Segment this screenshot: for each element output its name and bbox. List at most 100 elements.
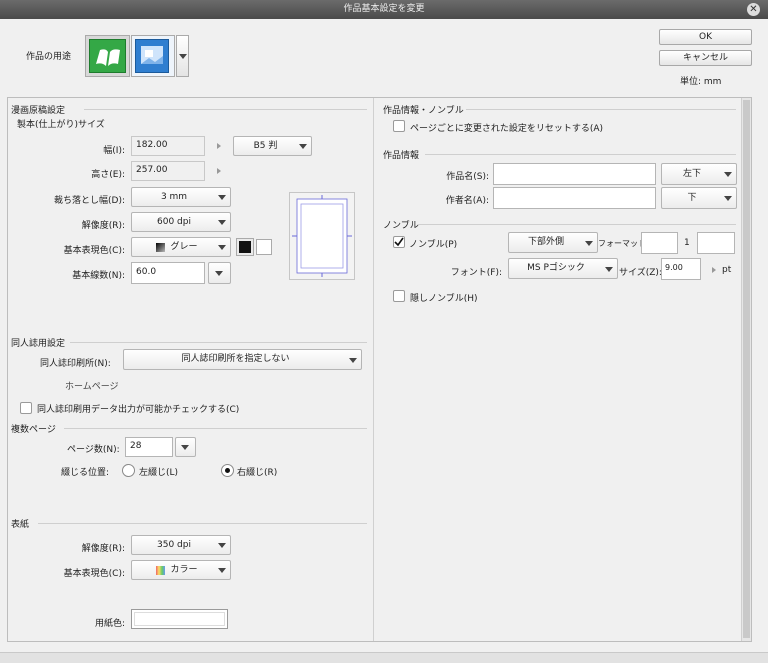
unit-label: 単位: mm [680,77,722,87]
cover-color-value: カラー [170,565,198,575]
chevron-down-icon [179,54,187,59]
nombre-heading: ノンブル [383,221,419,231]
cancel-button[interactable]: キャンセル [659,50,752,66]
pages-heading: 複数ページ [11,425,56,435]
work-title-position-value: 左下 [682,169,701,179]
column-divider [373,98,374,641]
format-suffix-field[interactable] [697,232,735,254]
size-slider-icon[interactable] [712,267,716,273]
check-output-label: 同人誌印刷用データ出力が可能かチェックする(C) [37,405,240,415]
chevron-down-icon [605,266,613,272]
reset-pages-checkbox[interactable] [393,120,405,132]
homepage-link[interactable]: ホームページ [65,379,119,392]
resolution-value: 600 dpi [157,217,191,227]
printer-dropdown[interactable]: 同人誌印刷所を指定しない [123,349,362,370]
right-binding-label: 右綴じ(R) [237,468,278,478]
author-position-dropdown[interactable]: 下 [661,187,737,209]
divider [418,224,736,225]
paper-color-swatch[interactable] [131,609,228,629]
chevron-down-icon [218,543,226,548]
height-label: 高さ(E): [91,170,125,180]
check-output-checkbox[interactable] [20,402,32,414]
black-color-swatch[interactable] [236,238,254,256]
hidden-nombre-checkbox[interactable] [393,290,405,302]
nombre-position-dropdown[interactable]: 下部外側 [508,232,598,253]
size-field[interactable]: 9.00 [661,258,701,280]
chevron-down-icon [218,220,226,225]
page-count-field[interactable]: 28 [125,437,173,457]
printer-label: 同人誌印刷所(N): [40,359,111,369]
purpose-dropdown[interactable] [176,35,189,77]
paper-color-label: 用紙色: [94,619,125,629]
divider [64,428,367,429]
format-prefix-field[interactable] [641,232,678,254]
purpose-illustration-button[interactable] [131,35,175,77]
work-info-heading: 作品情報 [383,151,420,161]
author-position-value: 下 [687,193,697,203]
nombre-position-value: 下部外側 [527,237,564,247]
ok-button[interactable]: OK [659,29,752,45]
resolution-dropdown[interactable]: 600 dpi [131,212,231,232]
bound-size-label: 製本(仕上がり)サイズ [17,120,105,130]
cover-resolution-dropdown[interactable]: 350 dpi [131,535,231,555]
scrollbar[interactable] [741,98,751,641]
width-field[interactable]: 182.00 [131,136,205,156]
nombre-checkbox[interactable] [393,236,405,248]
manga-heading: 漫画原稿設定 [11,106,66,116]
line-count-dropdown[interactable] [208,262,231,284]
width-label: 幅(I): [103,146,125,156]
cover-heading: 表紙 [11,520,30,530]
window-title: 作品基本設定を変更 [343,4,425,14]
link-arrow-icon [217,143,221,149]
scrollbar-thumb[interactable] [743,100,750,638]
cover-color-dropdown[interactable]: カラー [131,560,231,580]
divider [38,523,367,524]
cover-resolution-value: 350 dpi [157,540,191,550]
chevron-down-icon [299,144,307,149]
left-binding-radio[interactable] [122,464,135,477]
color-mode-label: 基本表現色(C): [63,246,125,256]
chevron-down-icon [218,245,226,250]
white-color-swatch[interactable] [256,239,272,255]
line-count-field[interactable]: 60.0 [131,262,205,284]
chevron-down-icon [724,172,732,177]
divider [70,342,367,343]
close-icon[interactable]: ✕ [747,3,760,16]
bleed-value: 3 mm [160,192,188,202]
title-bar: 作品基本設定を変更 ✕ [0,0,768,19]
chevron-down-icon [585,240,593,246]
binding-label: 綴じる位置: [61,468,110,478]
author-field[interactable] [493,187,656,209]
bleed-label: 裁ち落とし幅(D): [54,196,125,206]
cover-color-label: 基本表現色(C): [63,569,125,579]
work-title-label: 作品名(S): [446,172,489,182]
size-preset-value: B5 判 [253,141,278,151]
divider [84,109,367,110]
font-label: フォント(F): [450,268,502,278]
divider [466,109,736,110]
chevron-down-icon [215,271,223,276]
work-title-field[interactable] [493,163,656,185]
height-field[interactable]: 257.00 [131,161,205,181]
reset-pages-label: ページごとに変更された設定をリセットする(A) [410,124,604,134]
page-count-dropdown[interactable] [175,437,196,457]
right-binding-radio[interactable] [221,464,234,477]
color-mode-dropdown[interactable]: グレー [131,237,231,257]
comic-book-icon [89,39,126,73]
font-dropdown[interactable]: MS Pゴシック [508,258,618,279]
work-title-position-dropdown[interactable]: 左下 [661,163,737,185]
chevron-down-icon [349,357,357,363]
chevron-down-icon [218,195,226,200]
line-count-label: 基本線数(N): [72,271,125,281]
bleed-dropdown[interactable]: 3 mm [131,187,231,207]
format-number: 1 [684,238,690,248]
doujin-heading: 同人誌用設定 [11,339,66,349]
purpose-comic-button[interactable] [85,35,130,77]
printer-value: 同人誌印刷所を指定しない [181,354,290,364]
nombre-label: ノンブル(P) [409,240,458,250]
size-preset-dropdown[interactable]: B5 判 [233,136,312,156]
bottom-bar [0,652,768,663]
page-preview [289,192,355,280]
chevron-down-icon [181,445,189,450]
link-arrow-icon [217,168,221,174]
